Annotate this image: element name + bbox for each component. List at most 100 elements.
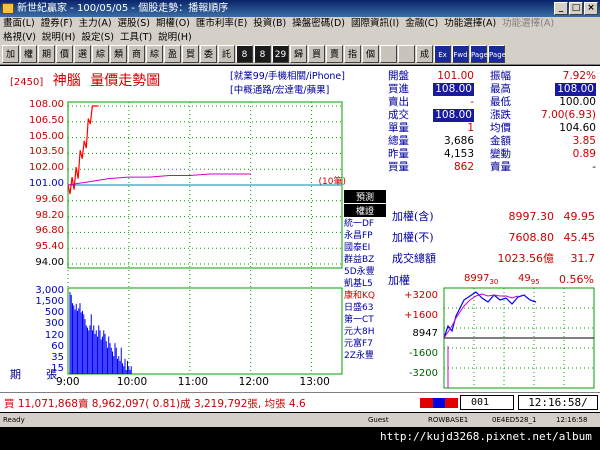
index-label: 成交總額 <box>392 252 436 265</box>
quote-value: 108.00 <box>433 83 474 96</box>
menu-item[interactable]: 主力(A) <box>76 17 115 31</box>
quote-row: 買量 862 賣量 - <box>386 161 598 174</box>
vol-unit-label: (10筆) <box>318 177 346 187</box>
code-input[interactable]: 001 <box>460 395 514 410</box>
toolbar-button[interactable]: 8 <box>254 44 271 63</box>
toolbar-button[interactable]: 買 <box>308 44 325 63</box>
quote-label: 單量 <box>388 122 409 134</box>
toolbar-button[interactable]: Fwd <box>452 44 469 63</box>
toolbar-button[interactable]: 綜 <box>146 44 163 63</box>
toolbar-button[interactable]: 綜 <box>92 44 109 63</box>
quote-value: 108.00 <box>433 109 474 122</box>
toolbar-button[interactable]: 歸 <box>290 44 307 63</box>
quote-value: 7.00(6.93) <box>541 109 596 121</box>
toolbar-button[interactable]: Ex <box>434 44 451 63</box>
close-button[interactable]: × <box>584 2 598 15</box>
toolbar-button[interactable]: 貿 <box>182 44 199 63</box>
main-panel: [2450] 神腦 量價走勢圖 [就業99/手機相關/iPhone] [中概通路… <box>0 66 600 392</box>
quote-label: 振幅 <box>490 70 511 82</box>
toolbar-button[interactable]: 加 <box>2 44 19 63</box>
broker-item[interactable]: 元大8H <box>344 326 386 338</box>
toolbar-button[interactable]: 權 <box>20 44 37 63</box>
toolbar-button[interactable]: 個 <box>362 44 379 63</box>
menu-item[interactable]: 匯市利率(E) <box>193 17 250 31</box>
toolbar-button[interactable]: Page <box>470 44 488 63</box>
broker-item[interactable]: 第一CT <box>344 314 386 326</box>
status-strip: 買 11,071,868賣 8,962,097( 0.81)成 3,219,79… <box>0 392 600 412</box>
menu-item[interactable]: 畫面(L) <box>0 17 38 31</box>
toolbar-button[interactable]: 盈 <box>164 44 181 63</box>
volume-tick-label: 35 <box>51 351 64 363</box>
index-row: 加權(不) 7608.80 45.45 <box>386 227 598 248</box>
status-ready: Ready <box>3 416 25 424</box>
toolbar-button[interactable]: 8 <box>236 44 253 63</box>
broker-item[interactable]: 凱基L5 <box>344 278 386 290</box>
price-tick-label: 108.00 <box>29 99 64 110</box>
quote-table: 開盤 101.00 振幅 7.92% 買進 108.00 最高 108.00 賣出 - 最低 100.… <box>386 70 598 174</box>
quote-label: 成交 <box>388 109 409 121</box>
broker-item[interactable]: 國泰EI <box>344 242 386 254</box>
menu-item[interactable]: 證券(F) <box>38 17 76 31</box>
menu-item[interactable]: 金融(C) <box>402 17 441 31</box>
toolbar-button[interactable] <box>398 44 415 63</box>
quote-label: 總量 <box>388 135 409 147</box>
index-change: 31.7 <box>570 252 596 265</box>
mini-last-sub: 30 <box>489 278 499 286</box>
toolbar-button[interactable]: 委 <box>200 44 217 63</box>
toolbar-button[interactable]: 商 <box>128 44 145 63</box>
quote-label: 變動 <box>490 148 511 160</box>
quote-value: 3,686 <box>443 135 474 147</box>
trade-summary: 買 11,071,868賣 8,962,097( 0.81)成 3,219,79… <box>4 398 306 410</box>
index-change: 49.95 <box>563 210 596 223</box>
broker-item[interactable]: 統一DF <box>344 218 386 230</box>
broker-item[interactable]: 永昌FP <box>344 230 386 242</box>
broker-item[interactable]: 2Z永豐 <box>344 350 386 362</box>
time-tick-label: 9:00 <box>56 376 80 388</box>
toolbar-button[interactable]: 託 <box>218 44 235 63</box>
quote-label: 金額 <box>490 135 511 147</box>
window-controls: _ □ × <box>554 2 598 15</box>
volume-tick-label: 500 <box>44 307 64 319</box>
mini-chg: 4995 <box>518 273 540 286</box>
toolbar-button[interactable]: 選 <box>74 44 91 63</box>
toolbar-button[interactable]: 指 <box>344 44 361 63</box>
price-tick-label: 96.80 <box>35 225 64 237</box>
broker-item[interactable]: 5D永豐 <box>344 266 386 278</box>
broker-item[interactable]: 康和KQ <box>344 290 386 302</box>
quote-label: 賣出 <box>388 96 409 108</box>
broker-item[interactable]: 日盛63 <box>344 302 386 314</box>
quote-value: 100.00 <box>559 96 596 108</box>
toolbar-button[interactable]: Page <box>488 44 506 63</box>
menu-item[interactable]: 期權(O) <box>153 17 193 31</box>
maximize-button[interactable]: □ <box>569 2 583 15</box>
index-value: 8997.30 <box>508 210 555 223</box>
rights-tab[interactable]: 權證 <box>344 204 386 217</box>
index-row: 加權(含) 8997.30 49.95 <box>386 206 598 227</box>
broker-item[interactable]: 群益BZ <box>344 254 386 266</box>
toolbar-button[interactable]: 期 <box>38 44 55 63</box>
predict-tab[interactable]: 預測 <box>344 190 386 203</box>
menu-item[interactable]: 功能選擇(A) <box>441 17 499 31</box>
toolbar-button[interactable]: 成 <box>416 44 433 63</box>
mini-avg-line <box>443 293 519 339</box>
toolbar-button[interactable]: 賣 <box>326 44 343 63</box>
toolbar-button[interactable]: 價 <box>56 44 73 63</box>
menu-item[interactable]: 選股(S) <box>115 17 153 31</box>
toolbar-button[interactable]: 類 <box>110 44 127 63</box>
time-tick-label: 13:00 <box>299 376 330 388</box>
broker-list: 統一DF 永昌FP 國泰EI 群益BZ 5D永豐 凱基L5 康和KQ 日盛63 第一CT 元大8H… <box>344 218 386 362</box>
menu-item[interactable]: 國際資訊(I) <box>348 17 402 31</box>
menu-item[interactable]: 投資(B) <box>250 17 289 31</box>
menu-bar: 畫面(L) 證券(F) 主力(A) 選股(S) 期權(O) 匯市利率(E) 投資(B) 操盤密… <box>0 17 600 31</box>
menu-item[interactable]: 操盤密碼(D) <box>289 17 348 31</box>
quote-row: 總量 3,686 金額 3.85 <box>386 135 598 148</box>
toolbar-button[interactable]: 29 <box>272 44 289 63</box>
color-indicator <box>420 398 459 408</box>
quote-label: 開盤 <box>388 70 409 82</box>
volume-tick-label: 1,500 <box>35 296 64 308</box>
quote-label: 最低 <box>490 96 511 108</box>
toolbar-button[interactable] <box>380 44 397 63</box>
broker-item[interactable]: 元富F7 <box>344 338 386 350</box>
menu-item[interactable]: 功能選擇(A) <box>499 17 557 31</box>
minimize-button[interactable]: _ <box>554 2 568 15</box>
